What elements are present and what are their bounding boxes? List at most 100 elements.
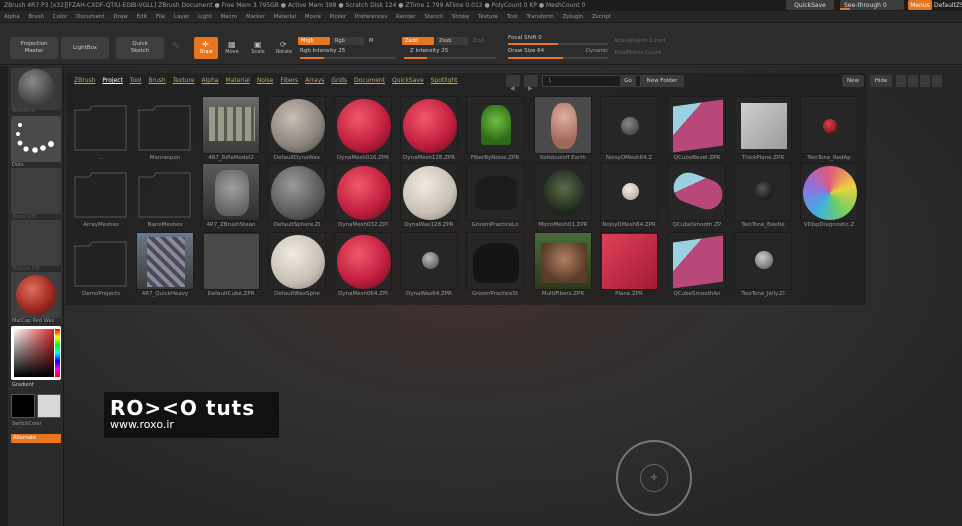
project-tile[interactable] bbox=[136, 232, 194, 290]
menus-toggle[interactable]: Menus bbox=[908, 0, 932, 10]
project-tile[interactable] bbox=[800, 163, 858, 221]
tab-document[interactable]: Document bbox=[354, 77, 385, 84]
navigation-gizmo[interactable]: ✛ bbox=[616, 440, 692, 516]
primary-color-swatch[interactable] bbox=[11, 394, 35, 418]
project-tile[interactable] bbox=[268, 163, 326, 221]
menu-zplugin[interactable]: Zplugin bbox=[562, 14, 583, 20]
switch-color-button[interactable]: SwitchColor bbox=[12, 421, 42, 427]
color-square[interactable] bbox=[14, 329, 54, 377]
matcap-thumbnail[interactable] bbox=[11, 272, 61, 318]
alpha-thumbnail[interactable] bbox=[11, 168, 61, 214]
mrgb-button[interactable]: Mrgb bbox=[298, 37, 330, 45]
project-tile[interactable] bbox=[400, 96, 458, 154]
tab-arrays[interactable]: Arrays bbox=[305, 77, 324, 84]
view-mode-button-2[interactable] bbox=[908, 75, 918, 87]
lightbox-button[interactable]: LightBox bbox=[61, 37, 109, 59]
project-tile[interactable] bbox=[268, 96, 326, 154]
menu-movie[interactable]: Movie bbox=[305, 14, 321, 20]
menu-preferences[interactable]: Preferences bbox=[355, 14, 387, 20]
project-tile[interactable] bbox=[734, 96, 792, 154]
project-tile[interactable] bbox=[668, 96, 726, 154]
back-arrow-button[interactable]: ◀ bbox=[506, 75, 520, 92]
menu-layer[interactable]: Layer bbox=[174, 14, 189, 20]
project-tile[interactable] bbox=[600, 232, 658, 290]
move-mode-button[interactable]: ▦ Move bbox=[220, 37, 244, 59]
default-zscript-button[interactable]: DefaultZScript bbox=[934, 0, 962, 11]
tab-zbrush[interactable]: ZBrush bbox=[74, 77, 95, 84]
project-tile[interactable] bbox=[202, 232, 260, 290]
project-tile[interactable] bbox=[734, 232, 792, 290]
gradient-label[interactable]: Gradient bbox=[12, 382, 34, 388]
menu-tool[interactable]: Tool bbox=[507, 14, 518, 20]
new-button[interactable]: New bbox=[842, 75, 864, 87]
tab-noise[interactable]: Noise bbox=[257, 77, 274, 84]
folder-tile[interactable] bbox=[136, 163, 194, 221]
m-button[interactable]: M bbox=[366, 37, 398, 45]
tab-texture[interactable]: Texture bbox=[173, 77, 195, 84]
tab-tool[interactable]: Tool bbox=[130, 77, 142, 84]
menu-brush[interactable]: Brush bbox=[28, 14, 44, 20]
color-picker[interactable] bbox=[11, 326, 61, 380]
draw-mode-button[interactable]: ✛ Draw bbox=[194, 37, 218, 59]
folder-tile[interactable] bbox=[72, 232, 130, 290]
project-tile[interactable] bbox=[668, 232, 726, 290]
dynamic-button[interactable]: Dynamic bbox=[586, 48, 608, 54]
menu-picker[interactable]: Picker bbox=[330, 14, 346, 20]
tab-spotlight[interactable]: Spotlight bbox=[431, 77, 458, 84]
zcut-button[interactable]: Zcut bbox=[470, 37, 496, 45]
rotate-mode-button[interactable]: ⟳ Rotate bbox=[272, 37, 296, 59]
quicksave-button[interactable]: QuickSave bbox=[786, 0, 834, 10]
draw-size-slider[interactable]: Draw Size 64 bbox=[508, 48, 544, 54]
menu-render[interactable]: Render bbox=[396, 14, 416, 20]
forward-arrow-button[interactable]: ▶ bbox=[524, 75, 538, 92]
project-tile[interactable] bbox=[334, 232, 392, 290]
menu-light[interactable]: Light bbox=[198, 14, 212, 20]
menu-color[interactable]: Color bbox=[53, 14, 67, 20]
z-intensity-track[interactable] bbox=[404, 57, 496, 59]
new-folder-button[interactable]: New Folder bbox=[640, 75, 684, 87]
draw-size-track[interactable] bbox=[508, 57, 608, 59]
menu-stroke[interactable]: Stroke bbox=[452, 14, 470, 20]
tab-material[interactable]: Material bbox=[226, 77, 250, 84]
project-tile[interactable] bbox=[668, 163, 726, 221]
project-tile[interactable] bbox=[534, 96, 592, 154]
projection-master-button[interactable]: Projection Master bbox=[10, 37, 58, 59]
edit-pencil-icon[interactable]: ✎ bbox=[172, 41, 180, 52]
project-tile[interactable] bbox=[400, 232, 458, 290]
secondary-color-swatch[interactable] bbox=[37, 394, 61, 418]
menu-draw[interactable]: Draw bbox=[113, 14, 127, 20]
rgb-intensity-track[interactable] bbox=[300, 57, 396, 59]
project-tile[interactable] bbox=[466, 96, 524, 154]
hue-strip[interactable] bbox=[55, 329, 60, 377]
folder-tile[interactable] bbox=[72, 163, 130, 221]
zadd-button[interactable]: Zadd bbox=[402, 37, 434, 45]
texture-thumbnail[interactable] bbox=[11, 220, 61, 266]
list-view-icon[interactable] bbox=[920, 75, 930, 87]
view-mode-button-1[interactable] bbox=[896, 75, 906, 87]
menu-edit[interactable]: Edit bbox=[137, 14, 148, 20]
focal-shift-slider[interactable]: Focal Shift 0 bbox=[508, 35, 542, 41]
project-tile[interactable] bbox=[400, 163, 458, 221]
tab-project[interactable]: Project bbox=[102, 77, 123, 84]
focal-shift-track[interactable] bbox=[508, 43, 608, 45]
scale-mode-button[interactable]: ▣ Scale bbox=[246, 37, 270, 59]
project-tile[interactable] bbox=[268, 232, 326, 290]
folder-tile[interactable] bbox=[136, 96, 194, 154]
project-tile[interactable] bbox=[734, 163, 792, 221]
menu-macro[interactable]: Macro bbox=[220, 14, 237, 20]
menu-document[interactable]: Document bbox=[76, 14, 105, 20]
menu-alpha[interactable]: Alpha bbox=[4, 14, 20, 20]
grid-view-icon[interactable] bbox=[932, 75, 942, 87]
tab-grids[interactable]: Grids bbox=[331, 77, 347, 84]
z-intensity-slider[interactable]: Z Intensity 25 bbox=[410, 48, 448, 54]
project-tile[interactable] bbox=[600, 163, 658, 221]
folder-tile[interactable] bbox=[72, 96, 130, 154]
material-thumbnail[interactable] bbox=[11, 68, 61, 110]
menu-material[interactable]: Material bbox=[274, 14, 296, 20]
tab-quicksave[interactable]: QuickSave bbox=[392, 77, 424, 84]
menu-stencil[interactable]: Stencil bbox=[424, 14, 443, 20]
project-tile[interactable] bbox=[600, 96, 658, 154]
rgb-intensity-slider[interactable]: Rgb Intensity 25 bbox=[300, 48, 345, 54]
rgb-button[interactable]: Rgb bbox=[332, 37, 364, 45]
project-tile[interactable] bbox=[334, 96, 392, 154]
